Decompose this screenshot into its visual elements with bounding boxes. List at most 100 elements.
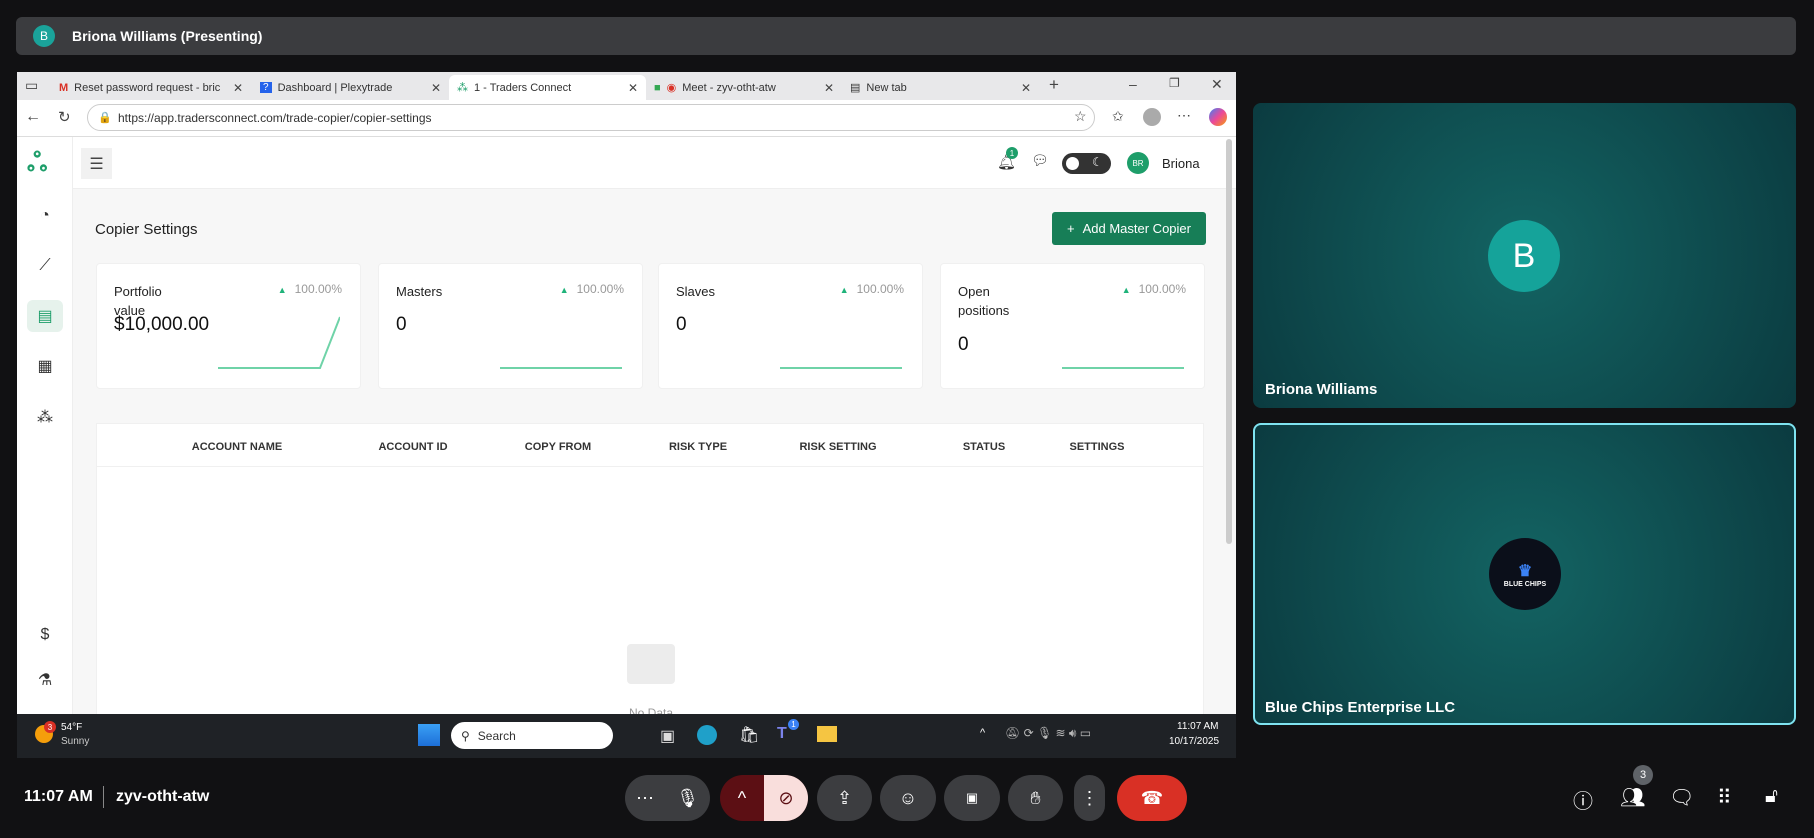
- column-header: ACCOUNT NAME: [191, 441, 283, 453]
- nav-billing-icon[interactable]: $: [27, 619, 63, 651]
- column-header: SETTINGS: [1069, 441, 1125, 453]
- present-screen-icon[interactable]: ⇪: [817, 775, 872, 821]
- stat-card-masters: Masters ▲ 100.00% 0: [378, 263, 643, 389]
- nav-lab-icon[interactable]: ⚗: [27, 664, 63, 696]
- tab-traders-connect[interactable]: ⁂ 1 - Traders Connect ✕: [449, 75, 646, 100]
- close-icon[interactable]: ✕: [233, 81, 243, 95]
- chat-icon[interactable]: 💬︎: [1031, 152, 1049, 169]
- restore-icon[interactable]: ❐: [1169, 76, 1180, 90]
- gmail-icon: M: [59, 81, 69, 94]
- participant-tile-briona: B Briona Williams: [1253, 103, 1796, 408]
- close-icon[interactable]: ✕: [628, 81, 638, 95]
- tab-actions-icon[interactable]: ▭: [25, 77, 38, 94]
- camera-off-icon[interactable]: ⊘: [764, 775, 808, 821]
- close-icon[interactable]: ✕: [824, 81, 834, 95]
- meet-icon: ■: [654, 81, 661, 94]
- tray-chevron-icon[interactable]: ^: [980, 727, 985, 739]
- close-window-icon[interactable]: ✕: [1211, 76, 1223, 93]
- tab-gmail[interactable]: M Reset password request - bric ✕: [51, 75, 251, 100]
- nav-calendar-icon[interactable]: ▦: [27, 350, 63, 382]
- captions-icon[interactable]: ▣: [944, 775, 1000, 821]
- minimize-icon[interactable]: –: [1129, 76, 1137, 92]
- participant-count-badge: 3: [1633, 765, 1653, 785]
- teams-icon[interactable]: T: [777, 725, 787, 743]
- nav-dashboard-icon[interactable]: ◔: [27, 200, 63, 232]
- add-master-copier-button[interactable]: + Add Master Copier: [1052, 212, 1206, 245]
- chat-icon[interactable]: 🗨︎: [1669, 785, 1694, 810]
- nav-network-icon[interactable]: ⁂: [27, 401, 63, 433]
- tray-icons[interactable]: 🔕︎ ⟳ 🎙︎ ≋ 🔊︎ ▭: [1005, 726, 1091, 741]
- more-icon[interactable]: ⋯: [1177, 107, 1191, 124]
- card-change: ▲ 100.00%: [559, 282, 624, 296]
- presenter-label: Briona Williams (Presenting): [72, 28, 263, 44]
- participant-tile-blue-chips: ♛ BLUE CHIPS Blue Chips Enterprise LLC: [1253, 423, 1796, 725]
- user-avatar[interactable]: BR: [1127, 152, 1149, 174]
- tab-new[interactable]: ▤ New tab ✕: [842, 75, 1039, 100]
- scrollbar[interactable]: [1226, 139, 1232, 544]
- emoji-icon[interactable]: ☺: [880, 775, 936, 821]
- edge-icon[interactable]: [697, 725, 717, 745]
- tab-meet[interactable]: ■ ◉ Meet - zyv-otht-atw ✕: [646, 75, 842, 100]
- clock-date[interactable]: 10/17/2025: [1169, 736, 1219, 747]
- audio-options-icon[interactable]: ⋯: [636, 788, 654, 809]
- back-icon[interactable]: ←: [25, 108, 41, 126]
- end-call-icon[interactable]: ☎︎: [1117, 775, 1187, 821]
- sidebar-toggle-icon[interactable]: ☰: [81, 148, 112, 179]
- up-arrow-icon: ▲: [1121, 285, 1131, 295]
- star-icon[interactable]: ☆: [1074, 108, 1087, 125]
- theme-toggle[interactable]: ☾: [1062, 153, 1111, 174]
- meeting-code: zyv-otht-atw: [116, 788, 210, 805]
- host-controls-icon[interactable]: 🔓︎: [1765, 785, 1778, 808]
- stat-card-open-positions: Open positions ▲ 100.00% 0: [940, 263, 1205, 389]
- plus-icon: +: [1067, 221, 1075, 236]
- sparkline: [1062, 367, 1184, 369]
- camera-control-group: ^ ⊘: [720, 775, 808, 821]
- favorites-icon[interactable]: ✩: [1112, 108, 1124, 125]
- address-bar-row: ← ↻ 🔒 https://app.tradersconnect.com/trad…: [17, 100, 1236, 137]
- blue-chips-logo: ♛ BLUE CHIPS: [1489, 538, 1561, 610]
- meeting-time: 11:07 AM: [24, 788, 93, 805]
- teams-badge: 1: [788, 719, 799, 730]
- tab-label: New tab: [866, 81, 907, 94]
- info-icon[interactable]: ⓘ: [1573, 785, 1593, 814]
- camera-options-icon[interactable]: ^: [720, 788, 764, 809]
- new-tab-icon[interactable]: +: [1049, 75, 1059, 95]
- tab-plexytrade[interactable]: ? Dashboard | Plexytrade ✕: [252, 75, 449, 100]
- nav-document-icon[interactable]: ▤: [27, 300, 63, 332]
- people-icon[interactable]: 👥︎: [1620, 785, 1645, 810]
- lock-icon: 🔒: [98, 112, 112, 124]
- recording-icon: ◉: [666, 82, 677, 94]
- up-arrow-icon: ▲: [559, 285, 569, 295]
- sparkline: [500, 367, 622, 369]
- start-icon[interactable]: [418, 724, 440, 746]
- activities-icon[interactable]: ⠿: [1717, 785, 1732, 810]
- card-label: Slaves: [676, 284, 716, 299]
- card-change: ▲ 100.00%: [839, 282, 904, 296]
- stat-card-portfolio: Portfolio value ▲ 100.00% $10,000.00: [96, 263, 361, 389]
- raise-hand-icon[interactable]: ✋︎: [1008, 775, 1063, 821]
- microphone-icon[interactable]: 🎙︎: [676, 788, 699, 809]
- url-text: https://app.tradersconnect.com/trade-cop…: [118, 110, 432, 125]
- close-icon[interactable]: ✕: [1021, 81, 1031, 95]
- url-input[interactable]: 🔒 https://app.tradersconnect.com/trade-co…: [87, 104, 1095, 131]
- task-view-icon[interactable]: ▣: [660, 726, 675, 746]
- logo-icon: ஃ: [27, 147, 48, 177]
- divider: [103, 786, 104, 808]
- button-label: Add Master Copier: [1082, 221, 1191, 236]
- participant-name: Briona Williams: [1265, 381, 1378, 398]
- reload-icon[interactable]: ↻: [58, 108, 71, 126]
- nav-chart-icon[interactable]: ⟋: [27, 250, 63, 282]
- copilot-icon[interactable]: [1209, 108, 1227, 126]
- close-icon[interactable]: ✕: [431, 81, 441, 95]
- profile-icon[interactable]: [1143, 108, 1161, 126]
- file-explorer-icon[interactable]: [817, 726, 837, 742]
- more-options-icon[interactable]: ⋮: [1074, 775, 1105, 821]
- weather-desc: Sunny: [61, 736, 90, 747]
- presenting-banner: B Briona Williams (Presenting): [16, 17, 1796, 55]
- tab-label: 1 - Traders Connect: [474, 81, 572, 94]
- page-icon: ▤: [850, 82, 861, 94]
- taskbar-search[interactable]: ⚲ Search: [451, 722, 613, 749]
- store-icon[interactable]: 🛍︎: [739, 725, 759, 745]
- user-name[interactable]: Briona: [1162, 156, 1200, 171]
- clock-time[interactable]: 11:07 AM: [1177, 721, 1219, 732]
